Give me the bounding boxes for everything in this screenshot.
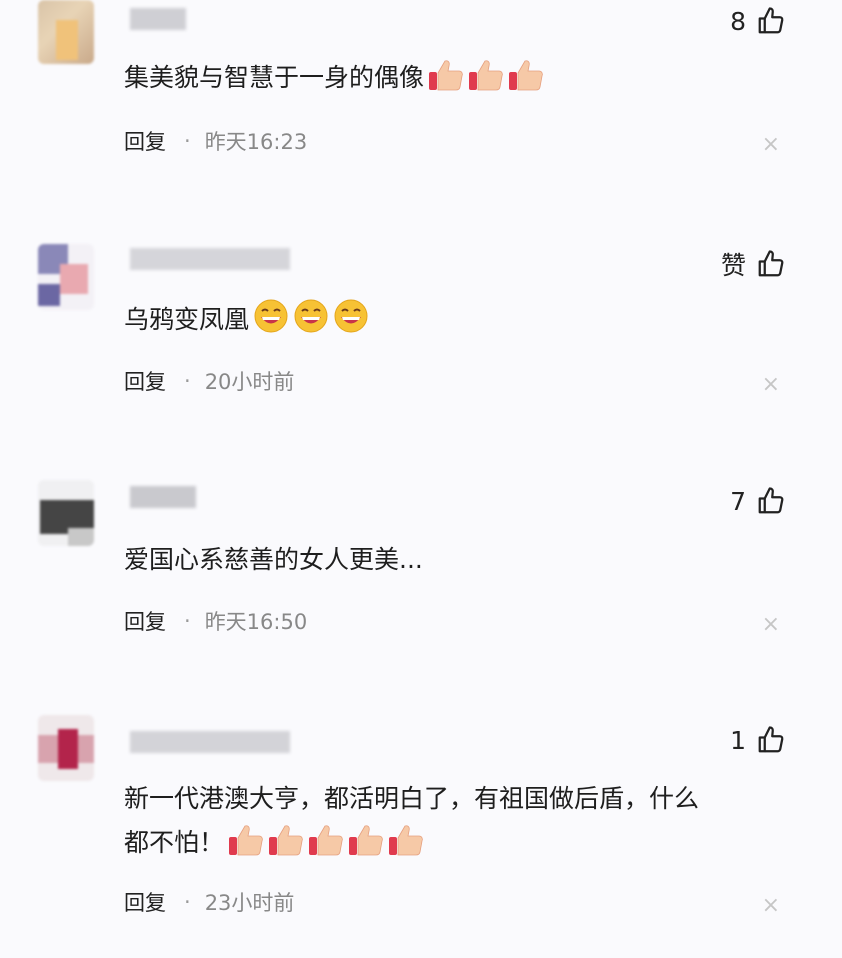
timestamp: 昨天16:50 [204, 610, 308, 634]
like-label: 赞 [720, 251, 746, 280]
thumbs-up-icon [758, 7, 784, 34]
username[interactable] [130, 731, 290, 753]
comment-text: 爱国心系慈善的女人更美... [124, 545, 423, 574]
avatar[interactable] [38, 244, 94, 310]
emoji-group [424, 60, 544, 92]
timestamp: 昨天16:23 [204, 130, 308, 154]
comment-meta: 回复 · 23小时前 [124, 887, 294, 917]
separator-dot: · [184, 129, 191, 153]
thumbs-up-icon [428, 58, 464, 106]
grin-icon [253, 298, 289, 348]
emoji-group [249, 299, 369, 334]
username[interactable] [130, 486, 196, 508]
like-count: 8 [730, 6, 746, 36]
like-count: 7 [730, 486, 746, 516]
thumbs-up-icon [268, 823, 304, 871]
separator-dot: · [184, 369, 191, 393]
like-count: 1 [730, 725, 746, 755]
comment-text: 新一代港澳大亨，都活明白了，有祖国做后盾，什么 都不怕！ [124, 777, 804, 871]
separator-dot: · [184, 890, 191, 914]
username[interactable] [130, 248, 290, 270]
like-button[interactable]: 赞 [721, 246, 786, 282]
close-icon[interactable]: × [762, 372, 780, 397]
like-button[interactable]: 7 [730, 486, 786, 516]
thumbs-up-icon [388, 823, 424, 871]
thumbs-up-icon [758, 726, 784, 753]
close-icon[interactable]: × [762, 132, 780, 157]
avatar[interactable] [38, 480, 94, 546]
like-button[interactable]: 1 [730, 725, 786, 755]
reply-button[interactable]: 回复 [124, 887, 166, 917]
separator-dot: · [184, 609, 191, 633]
timestamp: 20小时前 [204, 370, 295, 394]
grin-icon [333, 298, 369, 348]
username[interactable] [130, 8, 186, 30]
timestamp: 23小时前 [204, 891, 295, 915]
reply-button[interactable]: 回复 [124, 366, 166, 396]
thumbs-up-icon [508, 58, 544, 106]
comment-meta: 回复 · 20小时前 [124, 366, 294, 396]
comment-text-line-1: 新一代港澳大亨，都活明白了，有祖国做后盾，什么 [124, 784, 700, 813]
close-icon[interactable]: × [762, 612, 780, 637]
comment-text: 集美貌与智慧于一身的偶像 [124, 56, 804, 106]
comment-meta: 回复 · 昨天16:50 [124, 606, 307, 636]
avatar[interactable] [38, 0, 94, 64]
comment-meta: 回复 · 昨天16:23 [124, 126, 307, 156]
thumbs-up-icon [758, 487, 784, 514]
thumbs-up-icon [758, 250, 784, 277]
thumbs-up-icon [308, 823, 344, 871]
reply-button[interactable]: 回复 [124, 126, 166, 156]
like-button[interactable]: 8 [730, 6, 786, 36]
emoji-group [224, 825, 424, 857]
reply-button[interactable]: 回复 [124, 606, 166, 636]
comment-text-line-2: 都不怕！ [124, 828, 225, 857]
grin-icon [293, 298, 329, 348]
thumbs-up-icon [228, 823, 264, 871]
thumbs-up-icon [468, 58, 504, 106]
comment-text: 乌鸦变凤凰 [124, 298, 804, 348]
avatar[interactable] [38, 715, 94, 781]
thumbs-up-icon [348, 823, 384, 871]
close-icon[interactable]: × [762, 893, 780, 918]
